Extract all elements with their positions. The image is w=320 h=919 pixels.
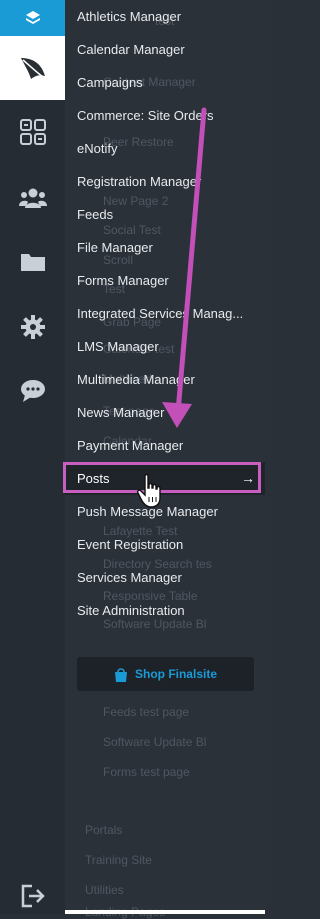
icon-rail: [0, 0, 65, 914]
menu-item-forms-manager[interactable]: Forms Manager: [65, 264, 265, 297]
menu-item-integrated-services-manager[interactable]: Integrated Services Manag...: [65, 297, 265, 330]
background-tree-item: Forms test page: [103, 765, 190, 779]
menu-item-athletics-manager[interactable]: Athletics Manager: [65, 0, 265, 33]
logout-button[interactable]: [20, 883, 46, 909]
background-tree-item: Feeds test page: [103, 705, 190, 719]
bottom-divider: [65, 910, 265, 914]
menu-item-payment-manager[interactable]: Payment Manager: [65, 429, 265, 462]
menu-item-site-administration[interactable]: Site Administration: [65, 594, 265, 627]
menu-item-services-manager[interactable]: Services Manager: [65, 561, 265, 594]
menu-item-enotify[interactable]: eNotify: [65, 132, 265, 165]
layers-icon: [25, 11, 40, 24]
background-tree-item: Utilities: [85, 883, 124, 897]
folder-icon: [20, 254, 45, 271]
messages-button[interactable]: [0, 371, 65, 411]
feather-logo-icon: [20, 58, 45, 79]
background-tree-item: Software Update Bl: [103, 735, 207, 749]
menu-item-file-manager[interactable]: File Manager: [65, 231, 265, 264]
chat-icon: [20, 380, 45, 402]
settings-button[interactable]: [0, 307, 65, 347]
menu-item-multimedia-manager[interactable]: Multimedia Manager: [65, 363, 265, 396]
shop-finalsite-button[interactable]: Shop Finalsite: [77, 657, 254, 691]
hand-pointer-cursor-icon: [137, 473, 161, 508]
users-icon: [18, 188, 47, 208]
files-button[interactable]: [0, 242, 65, 282]
menu-item-news-manager[interactable]: News Manager: [65, 396, 265, 429]
apps-grid-icon: [19, 119, 46, 145]
menu-item-registration-manager[interactable]: Registration Manager: [65, 165, 265, 198]
menu-item-feeds[interactable]: Feeds: [65, 198, 265, 231]
background-tree-item: Training Site: [85, 853, 152, 867]
menu-item-campaigns[interactable]: Campaigns: [65, 66, 265, 99]
shopping-bag-icon: [114, 667, 127, 682]
menu-item-event-registration[interactable]: Event Registration: [65, 528, 265, 561]
menu-item-label: Posts: [77, 471, 110, 486]
gear-icon: [20, 315, 45, 339]
menu-item-calendar-manager[interactable]: Calendar Manager: [65, 33, 265, 66]
users-button[interactable]: [0, 178, 65, 218]
brand-logo[interactable]: [0, 36, 65, 100]
menu-item-commerce-site-orders[interactable]: Commerce: Site Orders: [65, 99, 265, 132]
layers-button[interactable]: [0, 0, 65, 36]
apps-button[interactable]: [0, 112, 65, 152]
logout-icon: [21, 884, 45, 908]
arrow-right-icon: →: [241, 470, 255, 486]
background-tree-item: Portals: [85, 823, 123, 837]
shop-finalsite-label: Shop Finalsite: [134, 667, 217, 681]
menu-item-lms-manager[interactable]: LMS Manager: [65, 330, 265, 363]
